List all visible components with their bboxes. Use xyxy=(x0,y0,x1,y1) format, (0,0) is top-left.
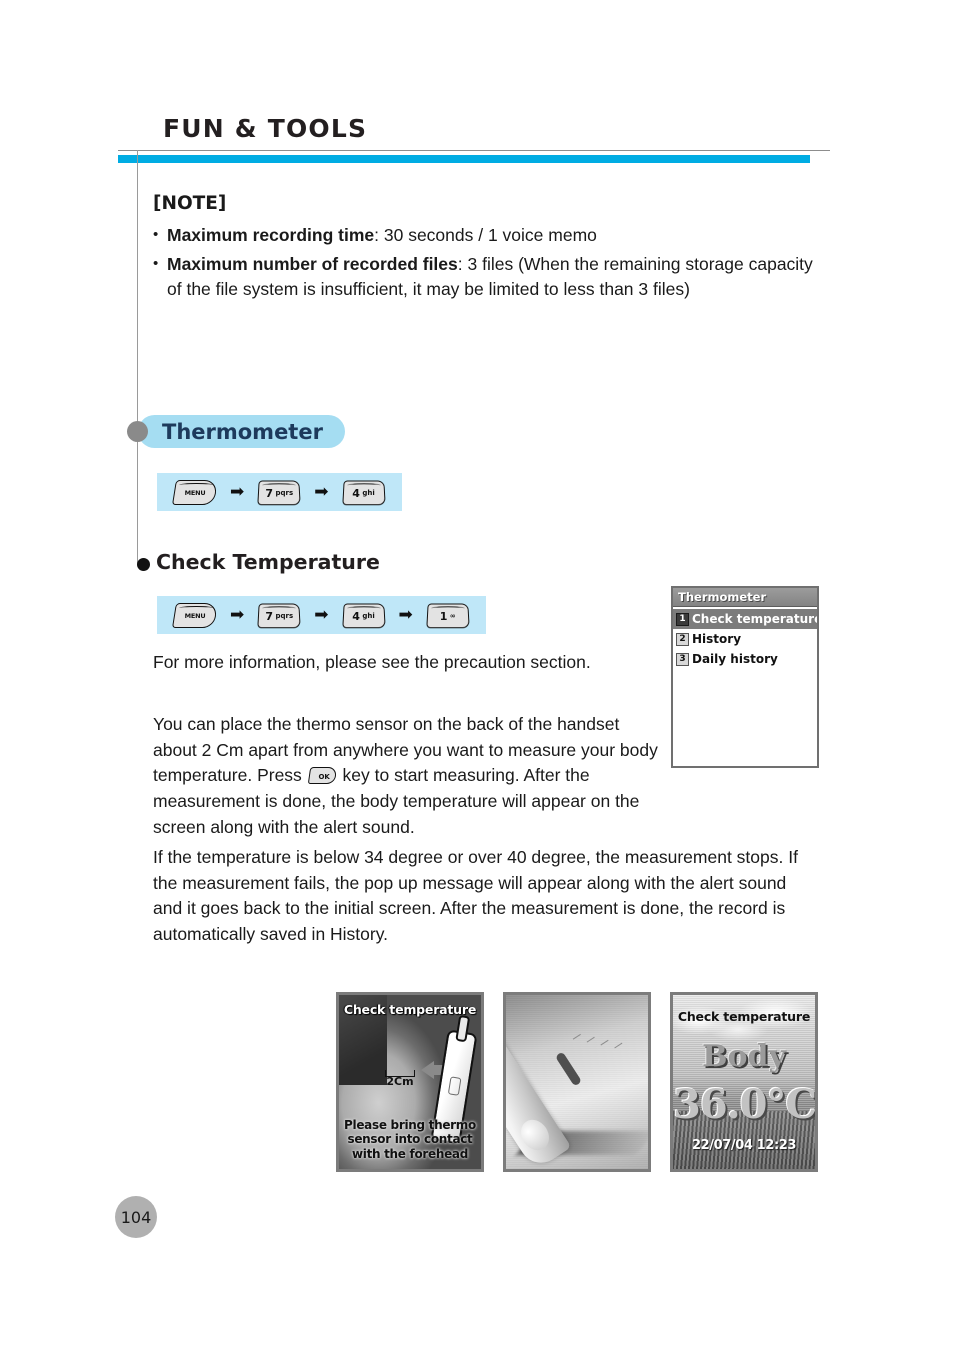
figure-thermometer-illustration xyxy=(503,992,651,1172)
phone-menu-item-check-temperature[interactable]: 1 Check temperature xyxy=(673,609,817,629)
figure-3-title: Check temperature xyxy=(677,1009,811,1024)
key-sequence-thermometer: MENU ➡ 7 pqrs ➡ 4 ghi xyxy=(157,473,402,511)
key-menu-icon: MENU xyxy=(172,479,218,505)
menu-item-label: History xyxy=(692,632,742,646)
arrow-right-icon: ➡ xyxy=(314,604,329,625)
figure-1-caption: Please bring thermo sensor into contact … xyxy=(344,1117,476,1161)
page-number: 104 xyxy=(115,1196,157,1238)
arrow-right-icon: ➡ xyxy=(230,481,245,502)
note-list-item: • Maximum number of recorded files: 3 fi… xyxy=(153,252,825,303)
arrow-left-icon xyxy=(421,1061,448,1079)
key-7-icon: 7 pqrs xyxy=(257,480,301,505)
key-4-icon: 4 ghi xyxy=(341,603,386,628)
paragraph-precaution: For more information, please see the pre… xyxy=(153,652,591,672)
phone-menu-item-daily-history[interactable]: 3 Daily history xyxy=(673,649,817,669)
key-4-icon: 4 ghi xyxy=(341,480,386,505)
note-block: [NOTE] • Maximum recording time: 30 seco… xyxy=(153,193,825,306)
note-item-label: Maximum recording time xyxy=(167,225,375,245)
note-item-text: Maximum number of recorded files: 3 file… xyxy=(167,252,825,303)
menu-item-number: 3 xyxy=(676,652,689,666)
header-accent-bar xyxy=(118,155,810,163)
note-title: [NOTE] xyxy=(153,193,227,214)
phone-screen-thermometer-menu: Thermometer 1 Check temperature 2 Histor… xyxy=(671,586,819,768)
distance-label: 2Cm xyxy=(383,1070,417,1088)
body-label: Body xyxy=(702,1039,786,1074)
figure-1-title: Check temperature xyxy=(343,1002,477,1017)
paragraph-limits: If the temperature is below 34 degree or… xyxy=(153,847,798,945)
bullet-icon: • xyxy=(153,254,159,272)
menu-item-number: 2 xyxy=(676,632,689,646)
figure-forehead-instruction: Check temperature 2Cm Please bring therm… xyxy=(336,992,484,1172)
section-heading-thermometer: Thermometer xyxy=(138,415,345,448)
left-margin-rule xyxy=(137,150,138,565)
key-sequence-check-temperature: MENU ➡ 7 pqrs ➡ 4 ghi ➡ 1 ∞ xyxy=(157,596,486,634)
note-item-value: : 30 seconds / 1 voice memo xyxy=(374,225,597,245)
arrow-right-icon: ➡ xyxy=(230,604,245,625)
paragraph-usage: You can place the thermo sensor on the b… xyxy=(153,712,663,841)
note-list-item: • Maximum recording time: 30 seconds / 1… xyxy=(153,223,825,249)
bullet-icon: • xyxy=(153,226,159,243)
subsection-heading-check-temperature: Check Temperature xyxy=(156,550,380,574)
header-divider-rule xyxy=(118,150,830,151)
phone-menu-title: Thermometer xyxy=(673,588,817,607)
key-7-icon: 7 pqrs xyxy=(257,603,301,628)
section-marker-dot xyxy=(127,421,148,442)
note-item-label: Maximum number of recorded files xyxy=(167,253,458,274)
menu-item-label: Check temperature xyxy=(692,612,817,626)
key-1-icon: 1 ∞ xyxy=(426,603,470,628)
temperature-value: 36.0°C xyxy=(673,1081,817,1128)
figure-result-screen: Check temperature Body 36.0°C 22/07/04 1… xyxy=(670,992,818,1172)
note-item-text: Maximum recording time: 30 seconds / 1 v… xyxy=(167,223,825,249)
key-menu-icon: MENU xyxy=(172,602,218,628)
menu-item-number: 1 xyxy=(676,612,689,626)
arrow-right-icon: ➡ xyxy=(314,481,329,502)
phone-menu-item-history[interactable]: 2 History xyxy=(673,629,817,649)
ok-key-icon: OK xyxy=(307,767,337,785)
measurement-timestamp: 22/07/04 12:23 xyxy=(691,1138,797,1153)
arrow-right-icon: ➡ xyxy=(398,604,413,625)
section-heading-label: Thermometer xyxy=(162,419,323,444)
menu-item-label: Daily history xyxy=(692,652,778,666)
page-title: FUN & TOOLS xyxy=(163,114,368,143)
subsection-bullet-icon xyxy=(137,558,150,571)
